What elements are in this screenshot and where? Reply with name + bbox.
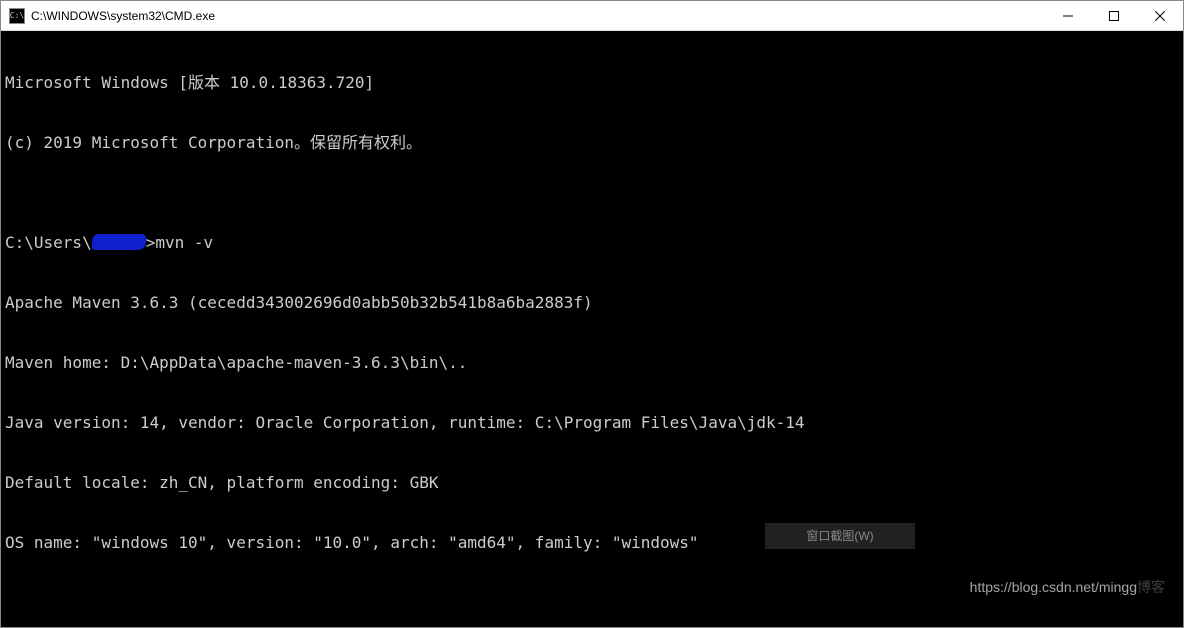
maximize-icon [1109,11,1119,21]
watermark-url: https://blog.csdn.net/mingg [970,579,1137,595]
terminal-output: Maven home: D:\AppData\apache-maven-3.6.… [5,353,1179,373]
redacted-username [92,234,146,250]
close-icon [1155,11,1165,21]
window-controls [1045,1,1183,30]
maximize-button[interactable] [1091,1,1137,30]
minimize-icon [1063,11,1073,21]
terminal-output: OS name: "windows 10", version: "10.0", … [5,533,1179,553]
titlebar[interactable]: C:\ C:\WINDOWS\system32\CMD.exe [1,1,1183,31]
cmd-icon: C:\ [9,8,25,24]
close-button[interactable] [1137,1,1183,30]
window-title: C:\WINDOWS\system32\CMD.exe [31,9,1045,23]
terminal-prompt: C:\Users\ >mvn -v [5,233,1179,253]
prompt-command: >mvn -v [146,233,213,253]
snipping-tool-button[interactable]: 窗口截图(W) [765,523,915,549]
watermark: https://blog.csdn.net/mingg博客 [946,557,1165,617]
watermark-suffix: 博客 [1137,579,1165,595]
terminal-output: (c) 2019 Microsoft Corporation。保留所有权利。 [5,133,1179,153]
terminal-output: Microsoft Windows [版本 10.0.18363.720] [5,73,1179,93]
prompt-prefix: C:\Users\ [5,233,92,253]
terminal-output: Java version: 14, vendor: Oracle Corpora… [5,413,1179,433]
terminal-output: Default locale: zh_CN, platform encoding… [5,473,1179,493]
terminal-output: Apache Maven 3.6.3 (cecedd343002696d0abb… [5,293,1179,313]
cmd-window: C:\ C:\WINDOWS\system32\CMD.exe Microsof… [0,0,1184,628]
terminal-area[interactable]: Microsoft Windows [版本 10.0.18363.720] (c… [1,31,1183,627]
minimize-button[interactable] [1045,1,1091,30]
